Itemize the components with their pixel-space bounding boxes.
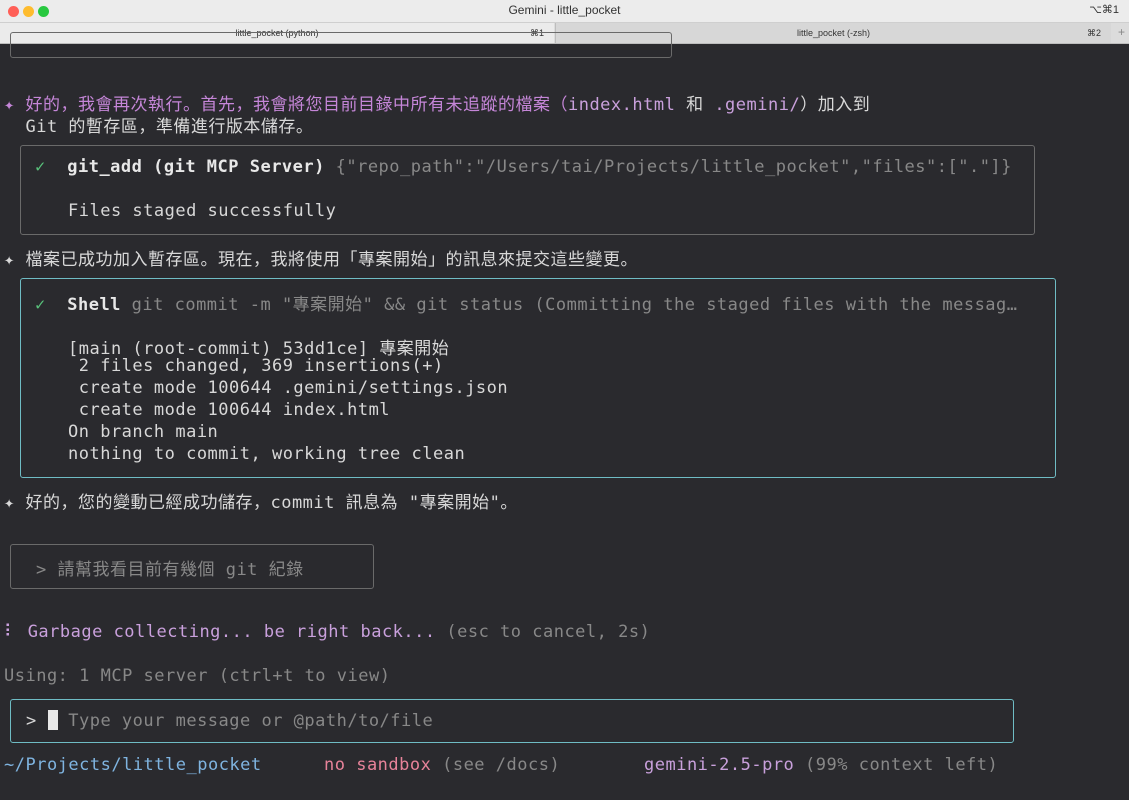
assistant-message-1-cont: Git 的暫存區，準備進行版本儲存。 <box>4 117 314 137</box>
spinner-icon: ⠇ <box>4 622 17 642</box>
assistant-message-3: ✦ 好的，您的變動已經成功儲存，commit 訊息為 "專案開始"。 <box>4 493 518 513</box>
tool-git-add-header: ✓ git_add (git MCP Server) {"repo_path":… <box>35 157 1012 177</box>
shell-output-line: On branch main <box>68 422 219 442</box>
window-shortcut: ⌥⌘1 <box>1089 4 1119 16</box>
input-prompt-icon: > <box>26 711 37 731</box>
mcp-server-info: Using: 1 MCP server (ctrl+t to view) <box>4 666 391 686</box>
tab-shortcut: ⌘2 <box>1086 28 1101 38</box>
new-tab-button[interactable]: + <box>1118 25 1125 39</box>
tool-shell-header: ✓ Shell git commit -m "專案開始" && git stat… <box>35 295 1018 315</box>
tool-git-add-output: Files staged successfully <box>68 201 337 221</box>
previous-output-box <box>10 32 672 58</box>
footer-model: gemini-2.5-pro (99% context left) <box>644 755 999 775</box>
window-titlebar: Gemini - little_pocket ⌥⌘1 <box>0 0 1129 23</box>
shell-output-line: 2 files changed, 369 insertions(+) <box>68 356 444 376</box>
shell-output-line: create mode 100644 .gemini/settings.json <box>68 378 509 398</box>
status-line: ⠇ Garbage collecting... be right back...… <box>4 622 651 642</box>
shell-output-line: nothing to commit, working tree clean <box>68 444 466 464</box>
queued-prompt: > 請幫我看目前有幾個 git 紀錄 <box>36 560 304 580</box>
window-title: Gemini - little_pocket <box>508 3 621 17</box>
input-placeholder: Type your message or @path/to/file <box>68 711 434 731</box>
text-cursor <box>47 710 58 730</box>
success-check-icon: ✓ <box>35 295 46 315</box>
file-index-html: index.html <box>567 95 676 115</box>
shell-output-line: create mode 100644 index.html <box>68 400 391 420</box>
success-check-icon: ✓ <box>35 157 46 177</box>
terminal-pane[interactable]: ✦ 好的，我會再次執行。首先，我會將您目前目錄中所有未追蹤的檔案（index.h… <box>0 32 1129 800</box>
footer-cwd: ~/Projects/little_pocket <box>4 755 262 775</box>
assistant-message-2: ✦ 檔案已成功加入暫存區。現在，我將使用「專案開始」的訊息來提交這些變更。 <box>4 250 638 270</box>
footer-sandbox: no sandbox (see /docs) <box>324 755 561 775</box>
file-gemini-dir: .gemini/ <box>714 95 801 115</box>
message-input[interactable]: > Type your message or @path/to/file <box>26 710 433 731</box>
